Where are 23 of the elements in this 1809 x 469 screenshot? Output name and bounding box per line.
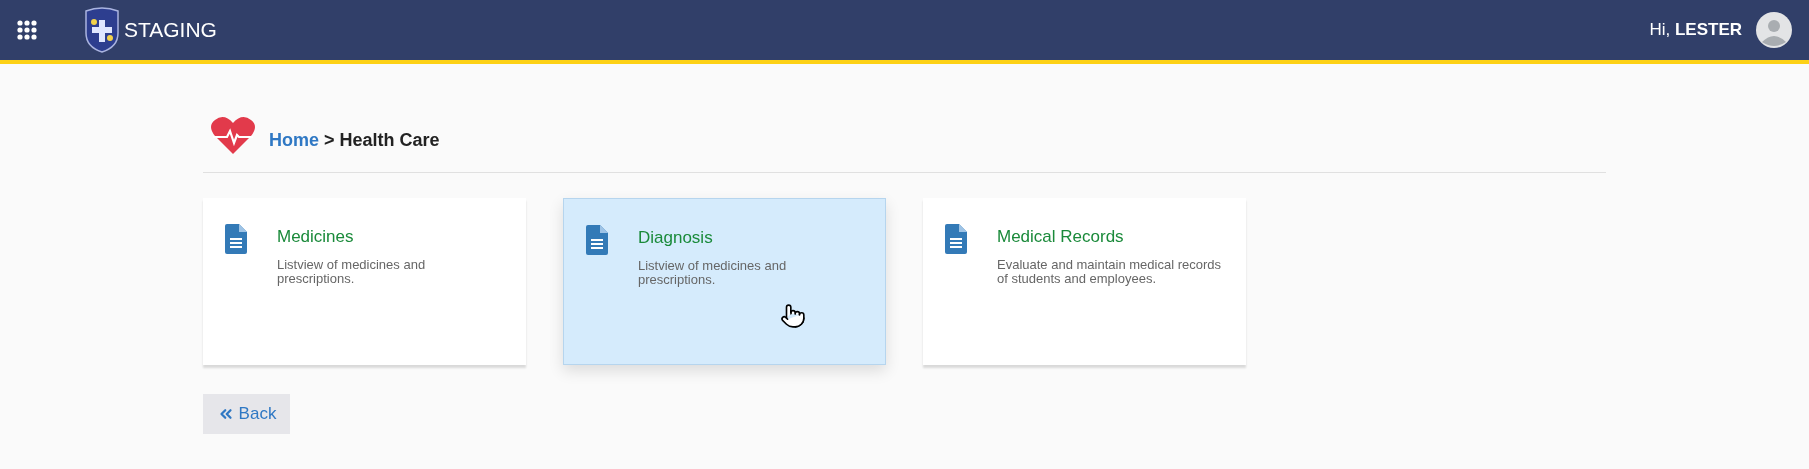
apps-grid-icon[interactable] xyxy=(17,20,37,40)
module-card[interactable]: Medicines Listview of medicines and prescriptions. xyxy=(203,198,526,365)
card-description: Listview of medicines and prescriptions. xyxy=(277,257,427,286)
card-title: Medical Records xyxy=(997,226,1125,248)
card-description: Listview of medicines and prescriptions. xyxy=(638,258,788,287)
back-button[interactable]: Back xyxy=(203,394,290,434)
module-card[interactable]: Medical Records Evaluate and maintain medical records of students and employees. xyxy=(923,198,1246,365)
heartbeat-icon xyxy=(211,116,255,154)
app-title: STAGING xyxy=(124,17,217,44)
breadcrumb-separator: > xyxy=(324,130,335,150)
greeting-text: Hi, LESTER xyxy=(1649,19,1742,42)
breadcrumb-current: Health Care xyxy=(339,130,440,150)
document-icon xyxy=(225,224,247,254)
home-link[interactable]: Home xyxy=(269,130,319,150)
hand-cursor-icon xyxy=(780,303,806,329)
module-card[interactable]: Diagnosis Listview of medicines and prescriptions. xyxy=(563,198,886,365)
card-title: Medicines xyxy=(277,226,355,248)
avatar-icon[interactable] xyxy=(1756,12,1792,48)
document-icon xyxy=(586,225,608,255)
card-title: Diagnosis xyxy=(638,227,714,249)
card-description: Evaluate and maintain medical records of students and employees. xyxy=(997,257,1222,286)
document-icon xyxy=(945,224,967,254)
shield-logo-icon[interactable] xyxy=(82,7,122,53)
